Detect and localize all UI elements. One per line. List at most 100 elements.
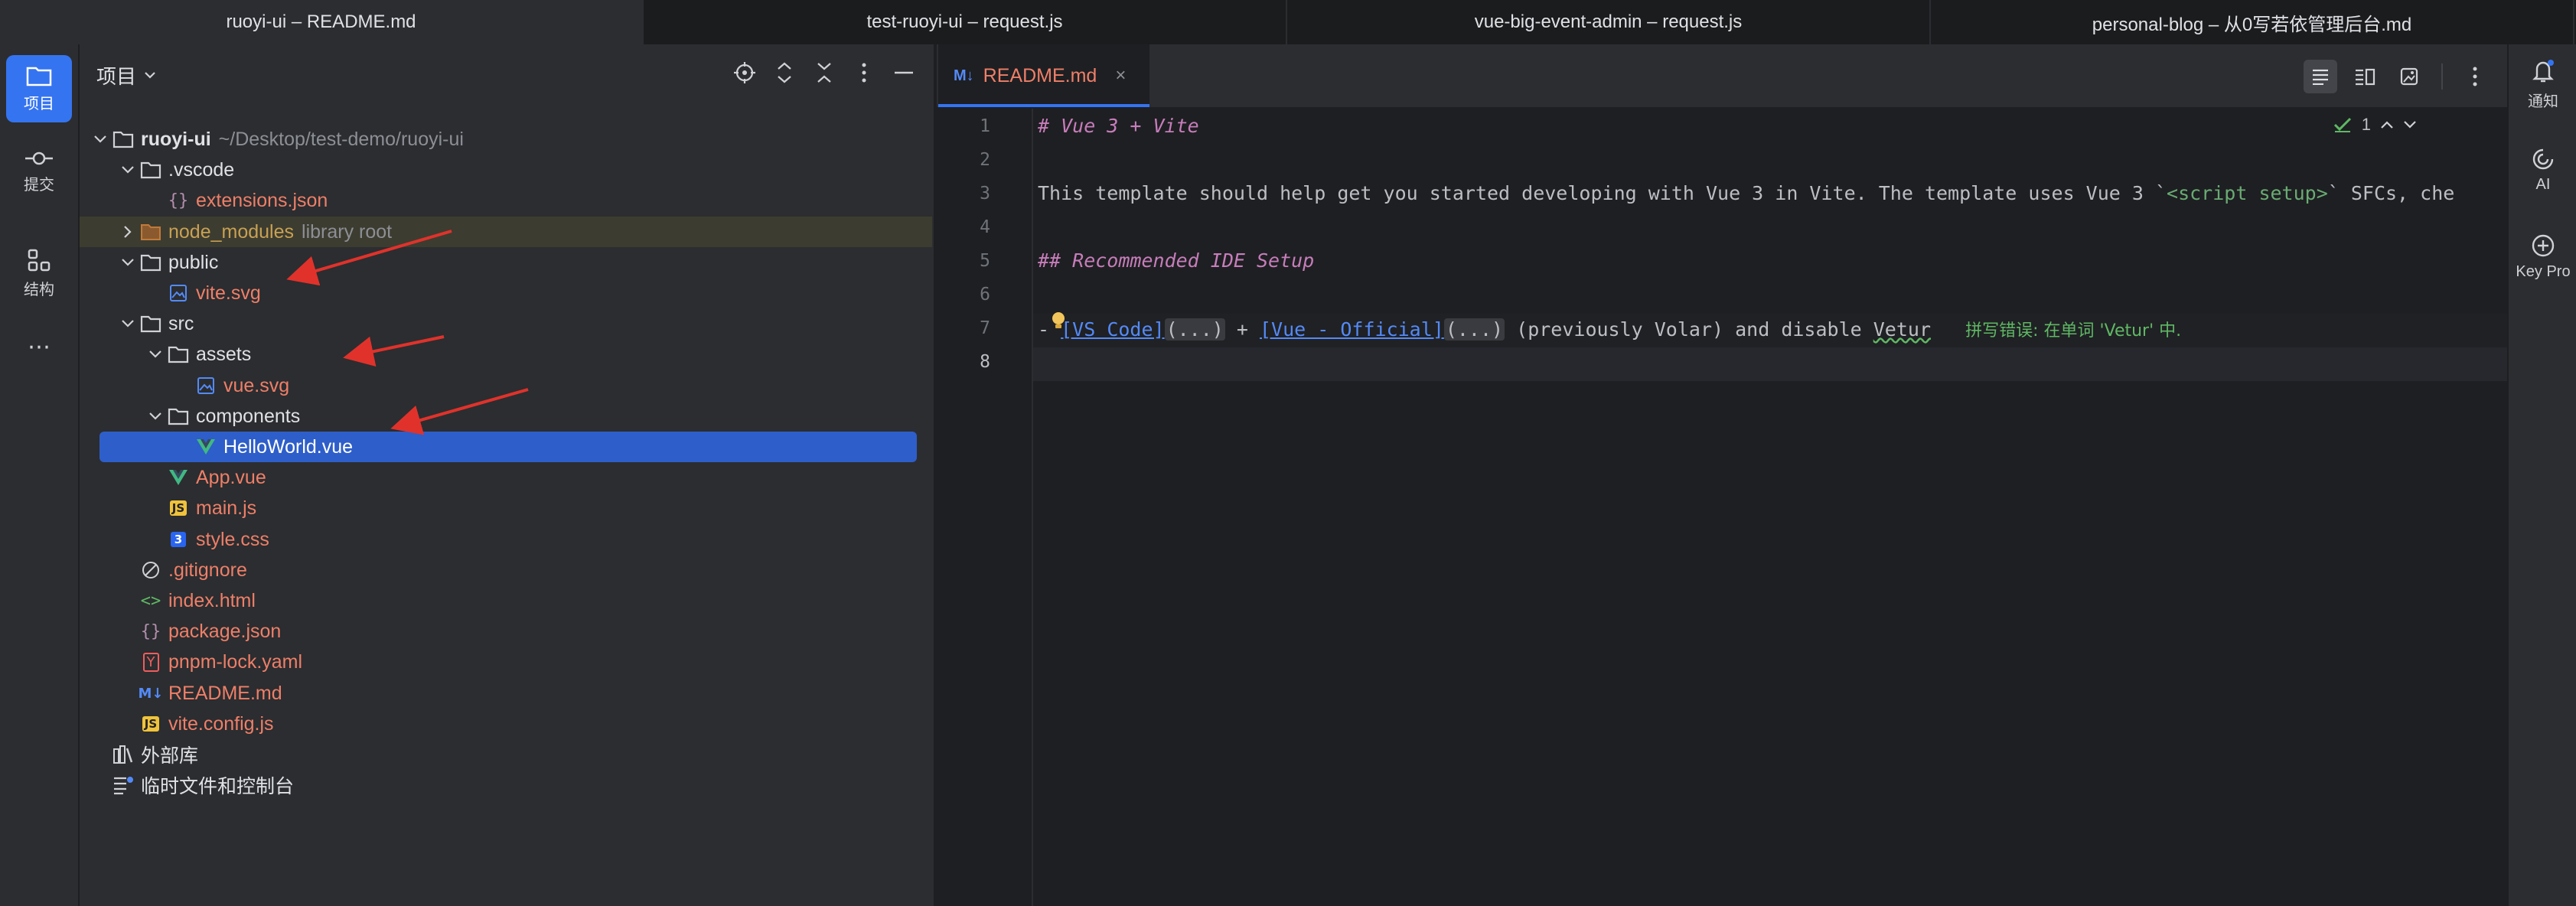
yaml-icon: Y	[139, 650, 162, 673]
ai-tool-button[interactable]: AI	[2509, 147, 2576, 194]
window-tab-test-ruoyi-ui[interactable]: test-ruoyi-ui – request.js	[644, 0, 1287, 44]
line-number: 5	[980, 251, 990, 271]
chevron-up-icon[interactable]	[2380, 120, 2394, 129]
commit-tool-label: 提交	[24, 176, 54, 194]
paragraph-text-tail: ` SFCs, che	[2327, 182, 2455, 204]
structure-tool-label: 结构	[24, 281, 54, 298]
link-vs-code[interactable]: [VS Code]	[1061, 318, 1164, 341]
tree-item-label: package.json	[168, 620, 282, 642]
line-number: 8	[980, 352, 990, 372]
tree-item-label: 外部库	[141, 745, 199, 767]
check-icon	[2333, 117, 2351, 132]
structure-icon	[28, 249, 51, 271]
left-tool-strip: 项目 提交 结构 ⋯	[0, 44, 80, 906]
editor-tab-readme[interactable]: M↓ README.md ×	[938, 44, 1149, 107]
line-number-gutter: 1 2 3 4 5 6 7 8	[937, 109, 1033, 906]
window-tab-personal-blog[interactable]: personal-blog – 从0写若依管理后台.md	[1931, 0, 2574, 44]
line-number: 6	[980, 285, 990, 305]
key-promoter-icon	[2532, 234, 2555, 257]
line-number: 7	[980, 318, 990, 338]
preview-only-view-icon[interactable]	[2392, 60, 2426, 93]
bell-icon	[2532, 60, 2554, 83]
markdown-heading-2: ## Recommended IDE Setup	[1038, 249, 1315, 272]
inspection-widget[interactable]: 1	[2333, 115, 2417, 135]
tree-item[interactable]: <> index.html	[80, 585, 935, 616]
folded-url[interactable]: (...)	[1443, 318, 1505, 341]
code-line-1[interactable]: # Vue 3 + Vite	[1038, 115, 1199, 137]
window-tab-bar: ruoyi-ui – README.md test-ruoyi-ui – req…	[0, 0, 2576, 44]
tree-item[interactable]: 外部库	[80, 739, 935, 770]
line-number: 3	[980, 184, 990, 204]
tree-item-label: 临时文件和控制台	[141, 776, 295, 797]
tree-item[interactable]: .gitignore	[80, 555, 935, 585]
chevron-down-icon[interactable]	[2403, 120, 2417, 129]
tree-item-label: index.html	[168, 589, 256, 611]
typo-word[interactable]: Vetur	[1873, 318, 1931, 341]
ai-spiral-icon	[2532, 148, 2554, 170]
css-icon: 3	[167, 528, 190, 551]
tree-item[interactable]: {} package.json	[80, 616, 935, 647]
ai-label: AI	[2535, 176, 2551, 193]
current-line-highlight	[1033, 347, 2507, 381]
line7-text: (previously Volar) and disable	[1505, 318, 1873, 341]
line-number: 1	[980, 116, 990, 136]
commit-icon	[25, 152, 53, 165]
code-line-7[interactable]: - [VS Code](...) + [Vue - Official](...)…	[1038, 317, 2181, 341]
inspection-count: 1	[2361, 115, 2371, 134]
editor-only-view-icon[interactable]	[2304, 60, 2337, 93]
markdown-icon: M↓	[954, 67, 974, 84]
project-panel: 项目 ruoyi-ui ~/Desktop/test-demo/ruoyi-ui.…	[80, 44, 935, 906]
tree-item[interactable]: 3 style.css	[80, 524, 935, 555]
notifications-tool-button[interactable]: 通知	[2509, 58, 2576, 111]
code-line-3[interactable]: This template should help get you starte…	[1038, 182, 2454, 204]
annotation-arrow-vue-svg	[343, 335, 445, 367]
tree-item-label: pnpm-lock.yaml	[168, 650, 303, 673]
markdown-view-toggles	[2304, 60, 2492, 93]
tree-item-label: .gitignore	[168, 559, 247, 581]
markdown-heading-1: # Vue 3 + Vite	[1038, 115, 1199, 137]
editor-options-kebab-icon[interactable]	[2458, 60, 2492, 93]
annotation-arrow-helloworld	[390, 388, 529, 435]
spelling-inlay-hint: 拼写错误: 在单词 'Vetur' 中.	[1965, 321, 2182, 341]
paragraph-text: This template should help get you starte…	[1038, 182, 2167, 204]
md-icon: M↓	[138, 685, 164, 702]
lightbulb-icon[interactable]	[1050, 311, 1067, 331]
tree-item-label: style.css	[196, 528, 269, 550]
more-tools-button[interactable]: ⋯	[6, 328, 72, 366]
annotation-arrow-vite-svg	[286, 230, 452, 286]
tree-item[interactable]: Ypnpm-lock.yaml	[80, 647, 935, 677]
key-promoter-label: Key Pro	[2516, 263, 2571, 280]
close-tab-icon[interactable]: ×	[1115, 65, 1126, 86]
structure-tool-button[interactable]: 结构	[6, 242, 72, 305]
scratch-icon	[112, 774, 135, 797]
project-tool-button[interactable]: 项目	[6, 55, 72, 122]
code-line-5[interactable]: ## Recommended IDE Setup	[1038, 249, 1314, 272]
commit-tool-button[interactable]: 提交	[6, 141, 72, 202]
more-icon: ⋯	[28, 334, 51, 360]
line-number: 4	[980, 217, 990, 237]
link-vue-official[interactable]: [Vue - Official]	[1260, 318, 1444, 341]
html-icon: <>	[140, 591, 161, 611]
active-tab-indicator	[938, 104, 1149, 107]
library-icon	[112, 743, 135, 766]
split-view-icon[interactable]	[2348, 60, 2382, 93]
annotation-arrows	[286, 230, 529, 435]
tree-item[interactable]: M↓ README.md	[80, 678, 935, 709]
line-number: 2	[980, 150, 990, 170]
tree-item[interactable]: 临时文件和控制台	[80, 770, 935, 800]
editor-tab-bar: M↓ README.md ×	[937, 44, 2507, 109]
json-icon: {}	[140, 621, 161, 641]
notifications-label: 通知	[2528, 93, 2558, 110]
window-tab-vue-big-event-admin[interactable]: vue-big-event-admin – request.js	[1287, 0, 1931, 44]
folded-url[interactable]: (...)	[1164, 318, 1225, 341]
key-promoter-tool-button[interactable]: Key Pro	[2509, 233, 2576, 281]
tree-item-label: vite.config.js	[168, 712, 274, 735]
right-tool-strip: 通知 AI Key Pro	[2507, 44, 2576, 906]
js-icon: JS	[139, 712, 162, 735]
tree-item-label: README.md	[168, 682, 282, 704]
tree-item[interactable]: JS vite.config.js	[80, 709, 935, 739]
ignore-icon	[139, 559, 162, 582]
window-tab-ruoyi-ui[interactable]: ruoyi-ui – README.md	[0, 0, 644, 44]
project-tool-label: 项目	[24, 95, 54, 112]
editor-area: M↓ README.md × 1 2 3 4 5 6 7 8 1 # Vue 3…	[937, 44, 2507, 906]
